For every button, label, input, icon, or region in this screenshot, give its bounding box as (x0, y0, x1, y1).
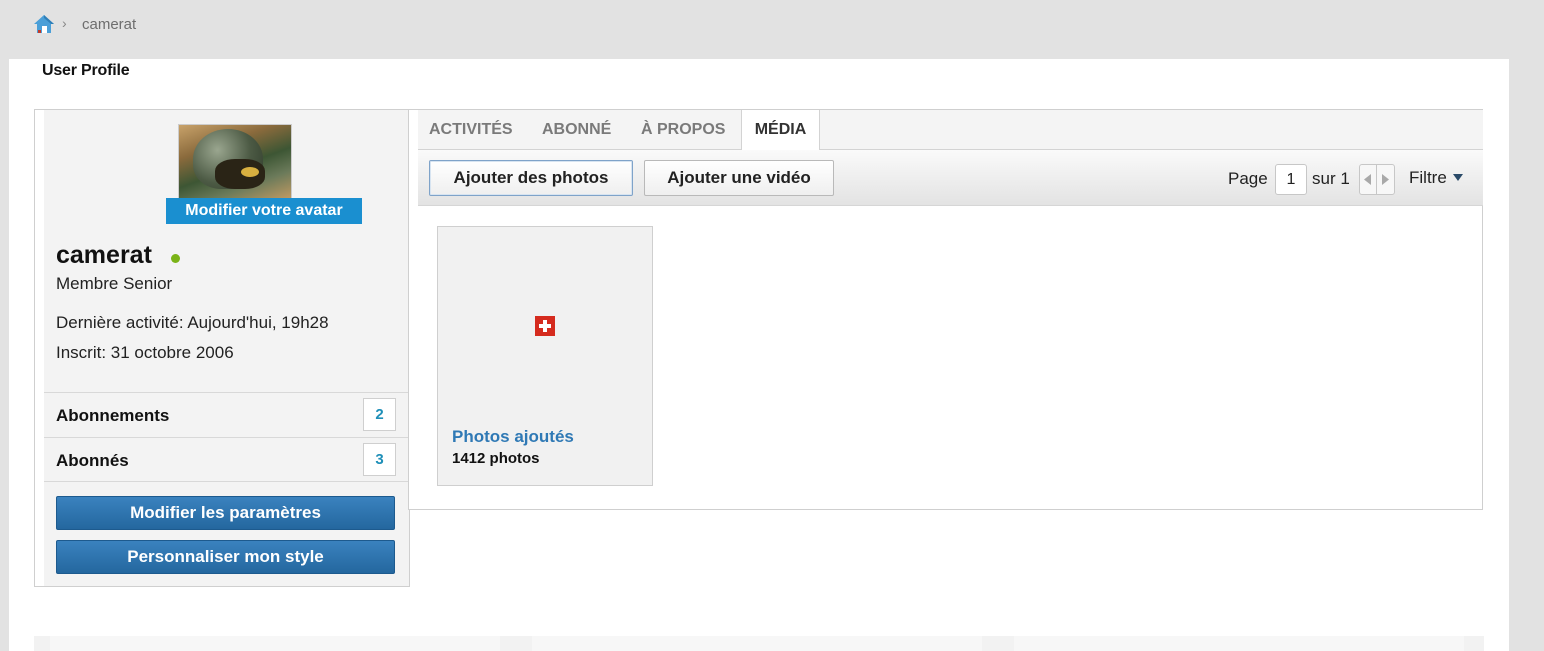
tab-about[interactable]: À PROPOS (641, 110, 725, 150)
stat-count-badge: 3 (363, 443, 396, 476)
media-toolbar: Ajouter des photos Ajouter une vidéo Pag… (418, 150, 1483, 206)
add-video-button[interactable]: Ajouter une vidéo (644, 160, 834, 196)
online-status-icon (171, 254, 180, 263)
tab-subscribed[interactable]: ABONNÉ (542, 110, 611, 150)
breadcrumb-separator: › (62, 15, 67, 31)
page-total-label: sur 1 (1312, 169, 1350, 188)
page-number-input[interactable] (1275, 164, 1307, 195)
album-card[interactable]: Photos ajoutés 1412 photos (437, 226, 653, 486)
user-rank: Membre Senior (56, 274, 173, 293)
filter-dropdown[interactable]: Filtre (1409, 168, 1463, 188)
last-activity: Dernière activité: Aujourd'hui, 19h28 (56, 313, 329, 332)
swiss-flag-icon (535, 316, 555, 336)
breadcrumb-current: camerat (82, 16, 137, 33)
profile-tabs: ACTIVITÉS ABONNÉ À PROPOS MÉDIA (418, 110, 1483, 151)
previous-page-icon[interactable] (1360, 165, 1377, 194)
home-icon[interactable] (33, 13, 55, 35)
edit-avatar-button[interactable]: Modifier votre avatar (166, 198, 362, 224)
avatar[interactable] (178, 124, 292, 200)
tab-activities[interactable]: ACTIVITÉS (429, 110, 513, 150)
top-bar: › camerat (0, 0, 1544, 58)
customize-style-button[interactable]: Personnaliser mon style (56, 540, 395, 574)
stat-count-badge: 2 (363, 398, 396, 431)
album-title[interactable]: Photos ajoutés (452, 427, 574, 447)
page-label: Page (1228, 169, 1268, 188)
username: camerat (56, 241, 152, 269)
media-panel: ACTIVITÉS ABONNÉ À PROPOS MÉDIA Ajouter … (408, 109, 1483, 510)
filter-label: Filtre (1409, 168, 1447, 187)
stat-row-subscribers[interactable]: Abonnés 3 (44, 437, 409, 482)
edit-settings-button[interactable]: Modifier les paramètres (56, 496, 395, 530)
stat-row-subscriptions[interactable]: Abonnements 2 (44, 392, 409, 437)
next-page-icon[interactable] (1377, 165, 1394, 194)
tab-media[interactable]: MÉDIA (741, 110, 820, 151)
footer-strip (34, 636, 1484, 651)
stat-label: Abonnés (56, 451, 129, 470)
pager (1359, 164, 1395, 195)
add-photos-button[interactable]: Ajouter des photos (429, 160, 633, 196)
page-title: User Profile (42, 62, 130, 79)
album-photo-count: 1412 photos (452, 450, 540, 467)
chevron-down-icon (1452, 174, 1463, 181)
profile-sidebar: Modifier votre avatar camerat Membre Sen… (44, 110, 409, 586)
join-date: Inscrit: 31 octobre 2006 (56, 343, 234, 362)
profile-card: Modifier votre avatar camerat Membre Sen… (34, 109, 410, 587)
stat-label: Abonnements (56, 406, 170, 425)
